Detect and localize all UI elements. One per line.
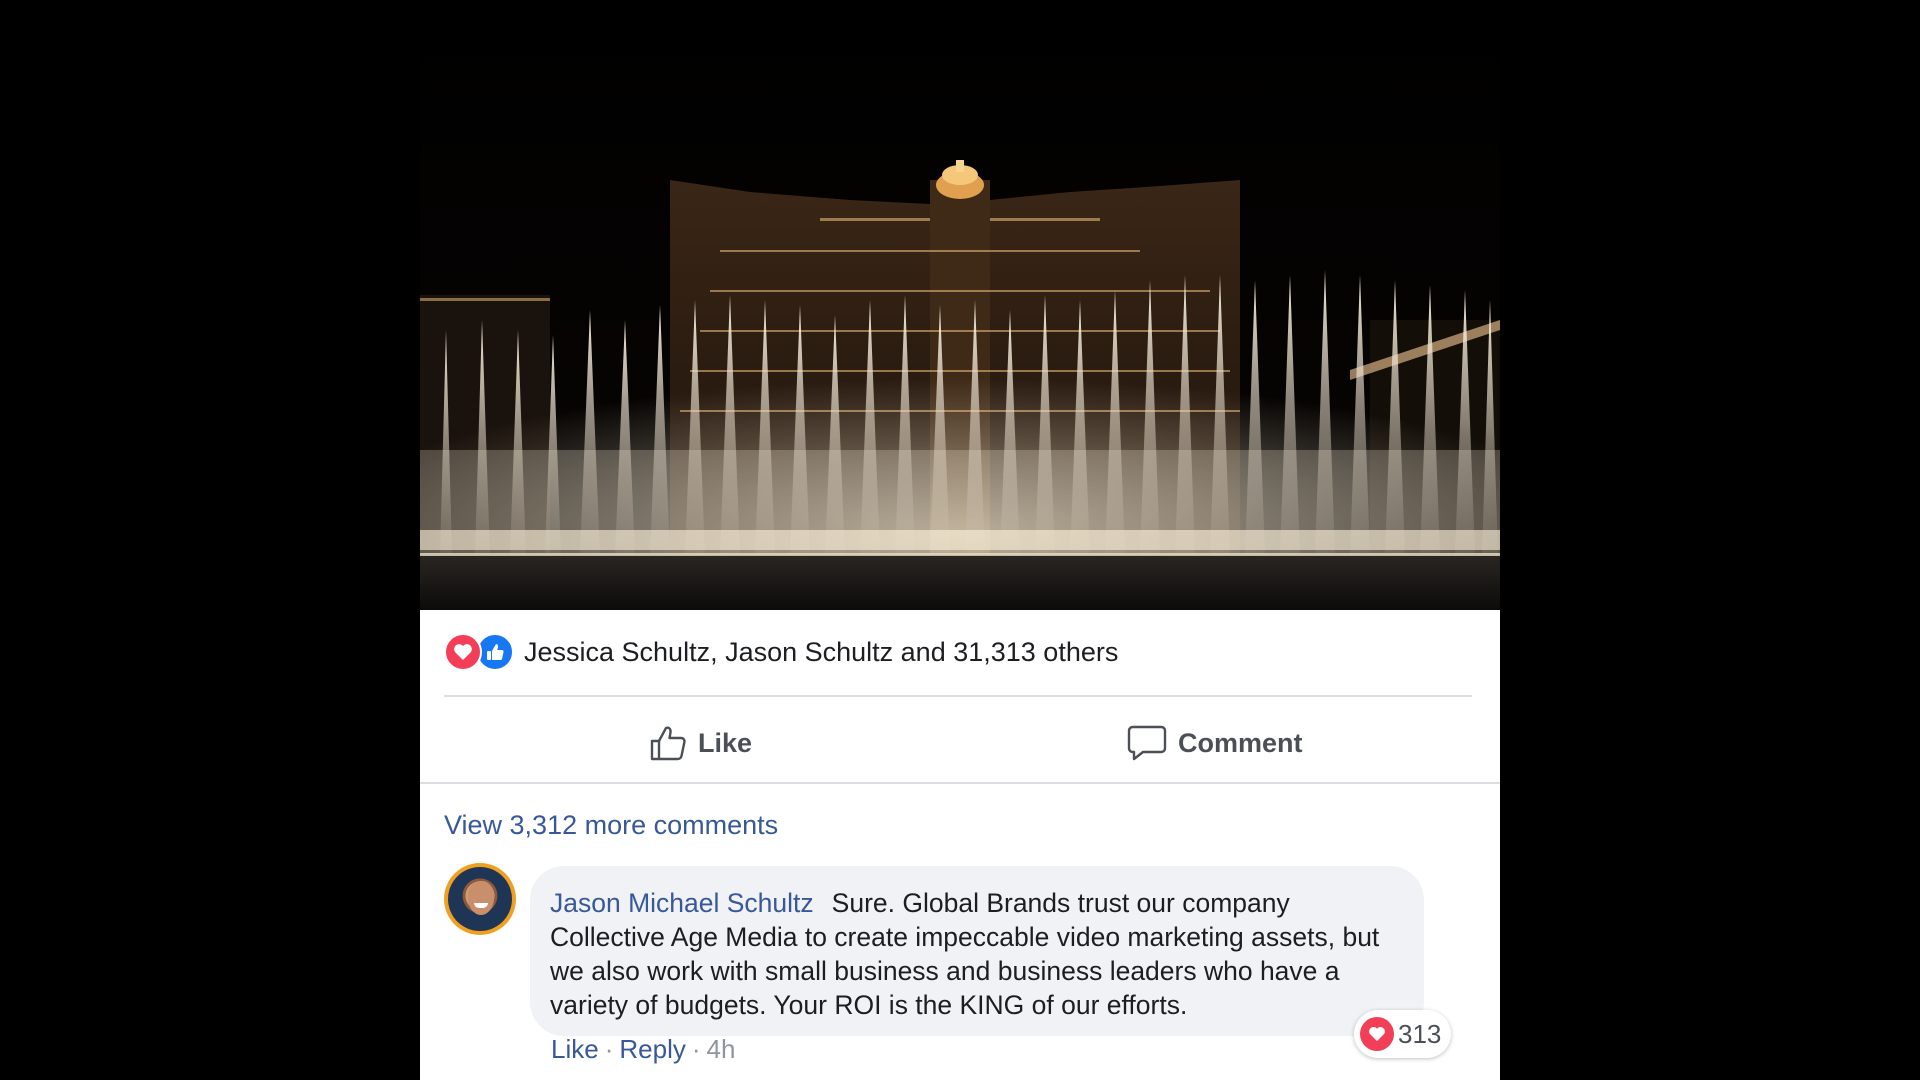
- post-card: Jessica Schultz, Jason Schultz and 31,31…: [420, 610, 1500, 1080]
- divider: [444, 695, 1472, 697]
- comment-reply-link[interactable]: Reply: [619, 1034, 685, 1064]
- separator: ·: [691, 1034, 701, 1064]
- comment-bubble: Jason Michael Schultz Sure. Global Brands…: [530, 866, 1424, 1036]
- comment-like-link[interactable]: Like: [551, 1034, 599, 1064]
- comment-button[interactable]: Comment: [1126, 715, 1303, 771]
- comment-button-label: Comment: [1178, 727, 1303, 758]
- fountain-photo-graphic: [420, 0, 1500, 610]
- like-button[interactable]: Like: [648, 715, 752, 771]
- separator: ·: [604, 1034, 614, 1064]
- reactions-summary-text: Jessica Schultz, Jason Schultz and 31,31…: [524, 636, 1119, 667]
- facebook-post: Jessica Schultz, Jason Schultz and 31,31…: [420, 0, 1500, 1080]
- avatar[interactable]: [444, 863, 516, 935]
- comment-reaction-count[interactable]: 313: [1354, 1010, 1452, 1058]
- view-more-comments-link[interactable]: View 3,312 more comments: [444, 810, 778, 841]
- reactions-summary[interactable]: Jessica Schultz, Jason Schultz and 31,31…: [444, 630, 1118, 674]
- comment-actions: Like · Reply · 4h: [551, 1034, 735, 1065]
- reaction-count-value: 313: [1398, 1018, 1442, 1049]
- comment-timestamp: 4h: [706, 1034, 736, 1064]
- thumbs-up-icon: [650, 726, 686, 761]
- like-button-label: Like: [698, 727, 753, 758]
- love-icon: [444, 633, 482, 671]
- post-photo[interactable]: [420, 0, 1500, 610]
- avatar-photo: [448, 867, 512, 931]
- love-icon: [1360, 1017, 1394, 1051]
- divider: [420, 782, 1500, 784]
- comment-author[interactable]: Jason Michael Schultz: [550, 888, 814, 918]
- comment-bubble-icon: [1127, 725, 1167, 761]
